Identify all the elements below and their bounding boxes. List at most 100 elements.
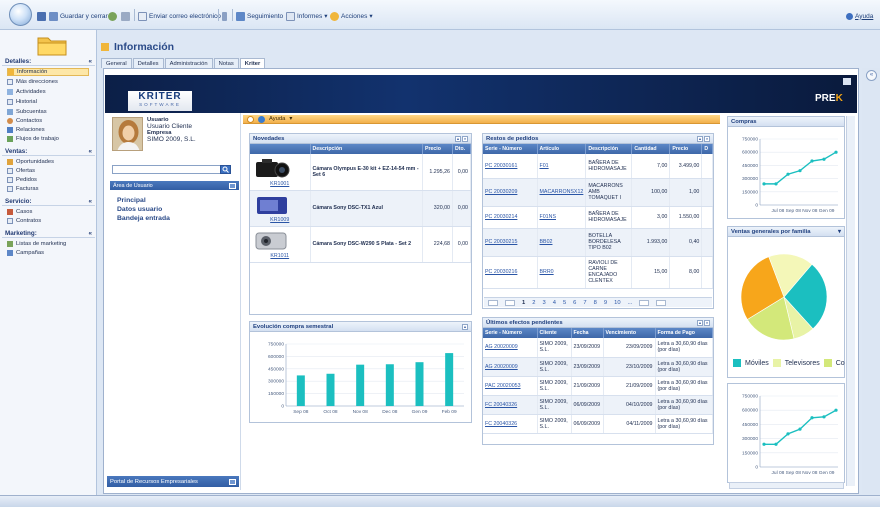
nav-item-cases[interactable]: Casos <box>7 208 32 216</box>
page-link[interactable]: 8 <box>594 300 597 306</box>
page-link[interactable]: 1 <box>522 300 525 306</box>
nav-item-campaigns[interactable]: Campañas <box>7 249 44 257</box>
page-link[interactable]: ... <box>628 300 633 306</box>
table-row[interactable]: PC 20030209 MACARRONSX12 MACARRONS AMB TOM… <box>483 178 713 207</box>
table-row[interactable]: PC 20030161 F01 BAÑERA DE HIDROMASAJE 7,00 3… <box>483 154 713 179</box>
tab-kriter[interactable]: Kriter <box>239 58 266 68</box>
nav-section-marketing[interactable]: Marketing: « <box>2 230 95 238</box>
column-header[interactable]: Forma de Pago <box>655 328 713 338</box>
column-header[interactable]: Descripción <box>310 144 423 154</box>
send-email-button[interactable]: Enviar correo electrónico <box>138 10 221 22</box>
column-header[interactable]: Precio <box>422 144 453 154</box>
column-header[interactable]: D <box>701 144 713 154</box>
product-code-link[interactable]: KR1011 <box>252 253 308 259</box>
table-row[interactable]: PAC 20020053 SIMO 2009, S.L. 21/09/2009 21/… <box>483 376 713 396</box>
nav-item-offers[interactable]: Ofertas <box>7 167 35 175</box>
page-link[interactable]: 4 <box>553 300 556 306</box>
expand-icon[interactable] <box>229 478 236 485</box>
nav-item-history[interactable]: Historial <box>7 98 37 106</box>
collapse-icon[interactable] <box>229 182 236 189</box>
link-user-data[interactable]: Datos usuario <box>117 206 162 213</box>
page-link[interactable]: 3 <box>542 300 545 306</box>
close-icon[interactable]: × <box>704 319 710 326</box>
nav-item-activities[interactable]: Actividades <box>7 88 46 96</box>
tracking-button[interactable]: Seguimiento <box>236 10 283 22</box>
table-row[interactable]: PC 20030215 BB02 BOTELLA BORDELESA TIPO B0… <box>483 228 713 257</box>
nav-item-opportunities[interactable]: Oportunidades <box>7 158 54 166</box>
minimize-icon[interactable]: ▴ <box>697 135 703 142</box>
table-row[interactable]: FC 20040326 SIMO 2009, S.L. 06/09/2009 04/1… <box>483 414 713 434</box>
chevron-down-icon[interactable]: ▾ <box>838 229 841 235</box>
app-orb-button[interactable] <box>9 3 32 26</box>
portal-bar[interactable]: Portal de Recursos Empresariales <box>107 476 239 487</box>
page-link[interactable]: 5 <box>563 300 566 306</box>
search-input[interactable] <box>112 165 227 174</box>
previous-page-button[interactable] <box>505 299 515 306</box>
help-menu[interactable]: Ayuda <box>269 116 285 122</box>
column-header[interactable]: Serie - Número <box>483 328 538 338</box>
attach-button[interactable] <box>222 10 227 22</box>
tab-notes[interactable]: Notas <box>213 58 239 68</box>
close-icon[interactable]: × <box>462 135 468 142</box>
nav-item-workflows[interactable]: Flujos de trabajo <box>7 135 59 143</box>
help-menu[interactable]: Ayuda <box>846 10 873 22</box>
nav-section-service[interactable]: Servicio: « <box>2 198 95 206</box>
table-row[interactable]: AG 20020009 SIMO 2009, S.L. 23/09/2009 23/1… <box>483 357 713 377</box>
column-header[interactable]: Artículo <box>537 144 587 154</box>
minimize-icon[interactable]: ▴ <box>455 135 461 142</box>
nav-item-marketing-lists[interactable]: Listas de marketing <box>7 240 66 248</box>
nav-item-info[interactable]: Información <box>7 68 89 76</box>
column-header[interactable]: Vencimiento <box>603 328 656 338</box>
table-row[interactable]: AG 20020009 SIMO 2009, S.L. 23/09/2009 23/0… <box>483 338 713 358</box>
table-row[interactable]: PC 20030214 F01NS BAÑERA DE HIDROMASAJE 3,0… <box>483 206 713 229</box>
product-code-link[interactable]: KR1001 <box>252 181 308 187</box>
collapse-panel-button[interactable]: « <box>866 70 877 81</box>
collapse-icon[interactable]: « <box>88 230 92 237</box>
nav-item-addresses[interactable]: Más direcciones <box>7 78 58 86</box>
table-row[interactable]: KR1001 Cámara Olympus E-30 kit + EZ-14-5… <box>250 154 471 191</box>
tab-details[interactable]: Detalles <box>132 58 164 68</box>
nav-item-invoices[interactable]: Facturas <box>7 185 39 193</box>
refresh-button[interactable] <box>108 10 117 22</box>
link-main[interactable]: Principal <box>117 197 146 204</box>
save-close-button[interactable]: Guardar y cerrar <box>49 10 108 22</box>
nav-item-relations[interactable]: Relaciones <box>7 126 45 134</box>
page-link[interactable]: 9 <box>604 300 607 306</box>
refresh-icon[interactable] <box>258 115 265 123</box>
column-header[interactable]: Cliente <box>537 328 572 338</box>
collapse-icon[interactable]: « <box>88 198 92 205</box>
next-page-button[interactable] <box>639 299 650 306</box>
column-header[interactable]: Dto. <box>452 144 471 154</box>
print-button[interactable] <box>121 10 130 22</box>
page-link[interactable]: 10 <box>614 300 620 306</box>
collapse-icon[interactable]: « <box>88 148 92 155</box>
column-header[interactable]: Descripción <box>585 144 633 154</box>
minimize-icon[interactable]: ▴ <box>462 323 468 330</box>
page-link[interactable]: 6 <box>573 300 576 306</box>
link-inbox[interactable]: Bandeja entrada <box>117 215 170 222</box>
nav-item-subaccounts[interactable]: Subcuentas <box>7 108 47 116</box>
nav-section-sales[interactable]: Ventas: « <box>2 148 95 156</box>
column-header[interactable]: Cantidad <box>631 144 671 154</box>
nav-item-orders[interactable]: Pedidos <box>7 176 37 184</box>
table-row[interactable]: PC 20030216 BRR0 RAVIOLI DE CARNE ENCAJADO… <box>483 256 713 289</box>
window-icon[interactable] <box>843 78 851 85</box>
search-button[interactable] <box>220 165 231 174</box>
save-icon[interactable] <box>37 10 46 22</box>
close-icon[interactable]: × <box>704 135 710 142</box>
horizontal-scrollbar[interactable] <box>729 482 844 489</box>
tab-general[interactable]: General <box>101 58 132 68</box>
column-header[interactable]: Precio <box>669 144 703 154</box>
column-header[interactable]: Fecha <box>571 328 604 338</box>
product-code-link[interactable]: KR1009 <box>252 217 308 223</box>
table-row[interactable]: KR1011 Cámara Sony DSC-W290 S Plata - Se… <box>250 226 471 263</box>
table-row[interactable]: FC 20040326 SIMO 2009, S.L. 06/09/2009 04/1… <box>483 395 713 415</box>
actions-menu[interactable]: Acciones ▾ <box>330 10 373 22</box>
nav-item-contracts[interactable]: Contratos <box>7 217 41 225</box>
reports-menu[interactable]: Informes ▾ <box>286 10 328 22</box>
minimize-icon[interactable]: ▴ <box>697 319 703 326</box>
home-icon[interactable] <box>247 115 254 123</box>
vertical-scrollbar[interactable] <box>846 116 855 486</box>
column-header[interactable]: Serie - Número <box>483 144 538 154</box>
collapse-icon[interactable]: « <box>88 58 92 65</box>
